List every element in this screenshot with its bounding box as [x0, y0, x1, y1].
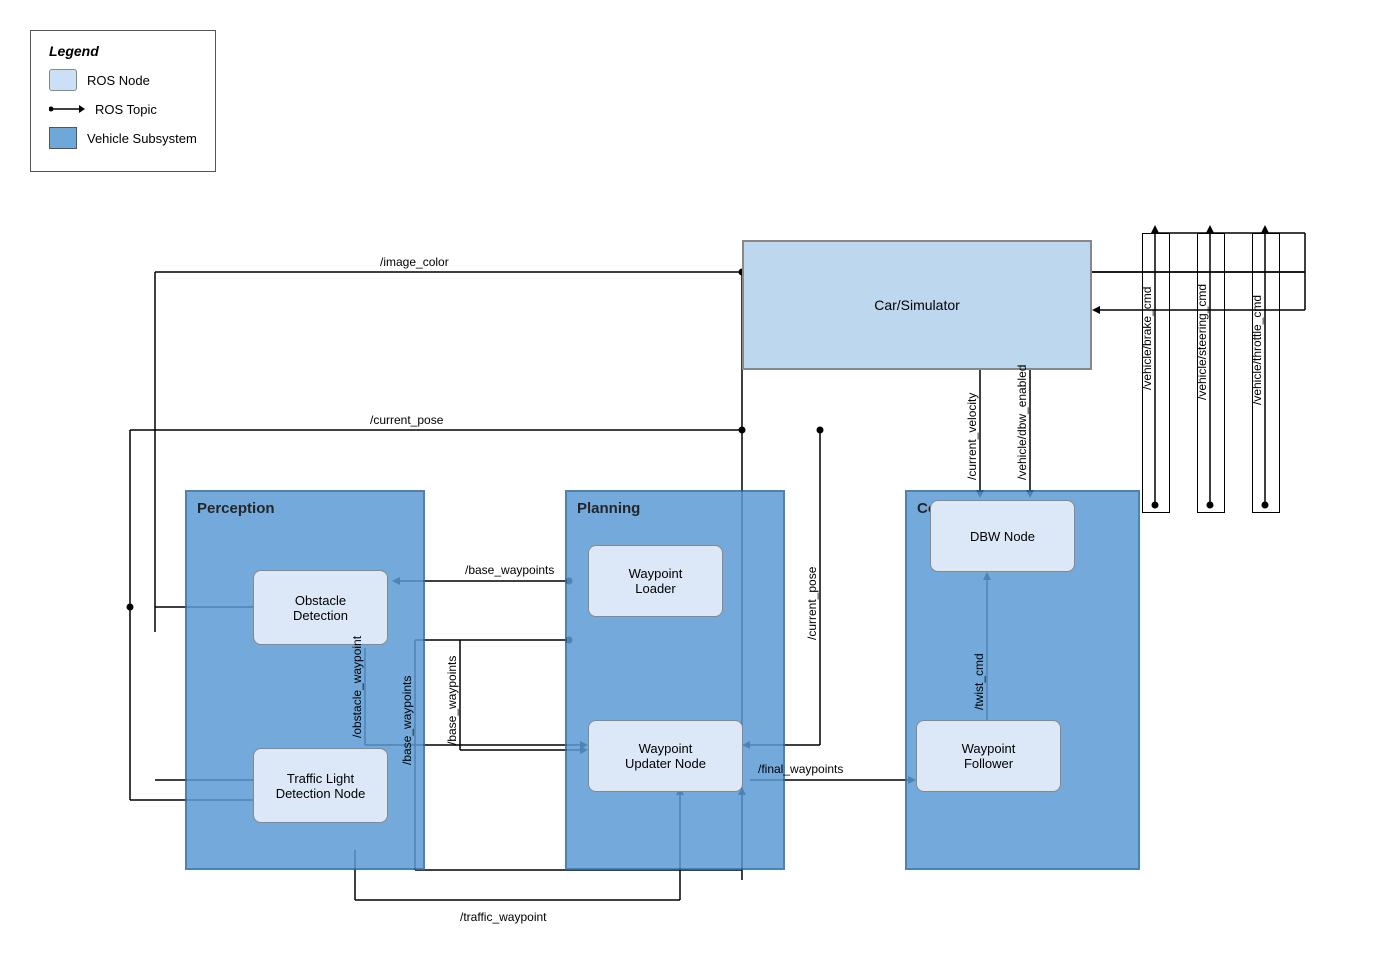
legend-topic-icon [49, 101, 85, 117]
topic-current-pose-vert: /current_pose [805, 450, 819, 640]
brake-cmd-line [1142, 233, 1170, 513]
waypoint-loader-label: WaypointLoader [629, 566, 683, 596]
waypoint-updater-node: WaypointUpdater Node [588, 720, 743, 792]
perception-label: Perception [197, 500, 275, 517]
waypoint-follower-label: WaypointFollower [962, 741, 1016, 771]
waypoint-loader-node: WaypointLoader [588, 545, 723, 617]
waypoint-updater-label: WaypointUpdater Node [625, 741, 706, 771]
topic-base-waypoints-h: /base_waypoints [465, 563, 554, 577]
car-simulator-label: Car/Simulator [874, 297, 960, 313]
legend-node-label: ROS Node [87, 73, 150, 88]
legend: Legend ROS Node ROS Topic Vehicle Subsys… [30, 30, 216, 172]
waypoint-follower-node: WaypointFollower [916, 720, 1061, 792]
legend-topic-label: ROS Topic [95, 102, 157, 117]
topic-base-waypoints-v1: /base_waypoints [400, 645, 414, 765]
legend-item-node: ROS Node [49, 69, 197, 91]
throttle-cmd-line [1252, 233, 1280, 513]
legend-item-vehicle: Vehicle Subsystem [49, 127, 197, 149]
topic-dbw-enabled: /vehicle/dbw_enabled [1015, 330, 1029, 480]
planning-label: Planning [577, 500, 640, 517]
car-simulator: Car/Simulator [742, 240, 1092, 370]
tl-detection-node: Traffic LightDetection Node [253, 748, 388, 823]
legend-title: Legend [49, 43, 197, 59]
topic-traffic-waypoint: /traffic_waypoint [460, 910, 547, 924]
topic-base-waypoints-v2: /base_waypoints [445, 645, 459, 745]
legend-vehicle-icon [49, 127, 77, 149]
dbw-node-label: DBW Node [970, 529, 1035, 544]
topic-final-waypoints: /final_waypoints [758, 762, 843, 776]
topic-twist-cmd: /twist_cmd [972, 590, 986, 710]
topic-obstacle-waypoint: /obstacle_waypoint [350, 648, 364, 738]
topic-image-color: /image_color [380, 255, 449, 269]
tl-detection-label: Traffic LightDetection Node [276, 771, 366, 801]
obstacle-detection-node: ObstacleDetection [253, 570, 388, 645]
legend-item-topic: ROS Topic [49, 101, 197, 117]
dbw-node: DBW Node [930, 500, 1075, 572]
steering-cmd-line [1197, 233, 1225, 513]
legend-vehicle-label: Vehicle Subsystem [87, 131, 197, 146]
topic-current-velocity: /current_velocity [965, 340, 979, 480]
legend-node-icon [49, 69, 77, 91]
topic-current-pose-top: /current_pose [370, 413, 443, 427]
obstacle-detection-label: ObstacleDetection [293, 593, 348, 623]
